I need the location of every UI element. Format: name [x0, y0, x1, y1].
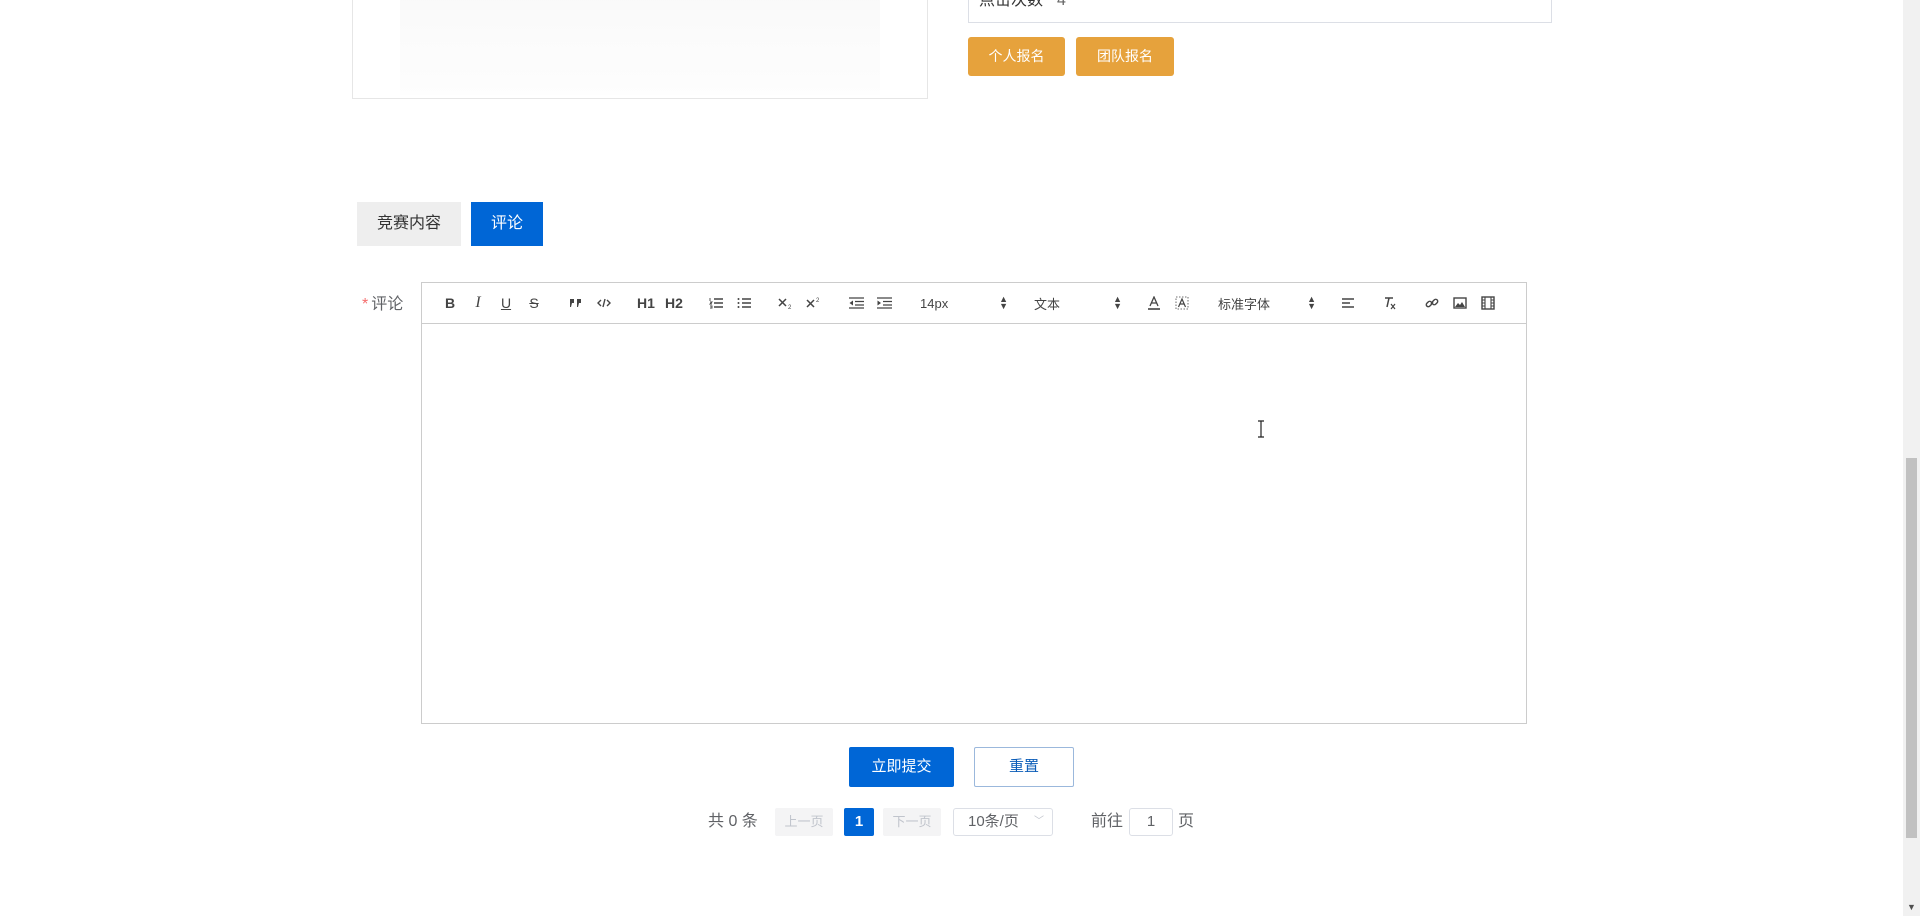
comment-editor-area[interactable] [422, 325, 1526, 723]
font-family-value: 标准字体 [1218, 296, 1271, 312]
underline-button[interactable]: U [492, 291, 520, 315]
blockquote-icon[interactable] [562, 291, 590, 315]
picker-arrows-icon: ▲ ▼ [999, 294, 1008, 311]
video-icon[interactable] [1474, 291, 1502, 315]
pagination-total: 共 0 条 [708, 813, 758, 830]
goto-label: 前往 [1091, 813, 1124, 830]
goto-page-input[interactable]: 1 [1129, 808, 1173, 836]
italic-button[interactable]: I [464, 291, 492, 315]
comment-label: * 评论 [362, 290, 403, 314]
link-icon[interactable] [1418, 291, 1446, 315]
tab-competition-content[interactable]: 竞赛内容 [357, 202, 461, 246]
text-cursor-icon [1256, 420, 1266, 438]
chevron-down-icon: ﹀ [1034, 816, 1044, 827]
background-color-icon[interactable] [1168, 291, 1196, 315]
font-color-icon[interactable] [1140, 291, 1168, 315]
subscript-icon[interactable]: 2 [772, 291, 800, 315]
code-block-icon[interactable] [590, 291, 618, 315]
click-count-label: 点击次数 [979, 0, 1044, 9]
indent-icon[interactable] [870, 291, 898, 315]
header-picker[interactable]: 文本 ▲ ▼ [1026, 291, 1126, 315]
svg-text:2: 2 [816, 298, 820, 304]
header-1-button[interactable]: H1 [632, 291, 660, 315]
page-size-select[interactable]: 10条/页 ﹀ [953, 808, 1053, 836]
bold-button[interactable]: B [436, 291, 464, 315]
picker-arrows-icon: ▲ ▼ [1113, 294, 1122, 311]
font-size-value: 14px [920, 295, 949, 311]
page-size-value: 10条/页 [968, 813, 1019, 830]
scroll-down-arrow-icon[interactable]: ▼ [1903, 898, 1920, 916]
scrollbar-thumb[interactable] [1906, 458, 1917, 838]
reset-button[interactable]: 重置 [974, 747, 1074, 787]
click-count-row: 点击次数 4 [968, 0, 1552, 23]
editor-toolbar: B I U S H1 H2 2 2 14px ▲ ▼ 文本 ▲ ▼ 标准字体 ▲… [422, 283, 1526, 324]
current-page[interactable]: 1 [844, 808, 874, 836]
prev-page-button[interactable]: 上一页 [775, 808, 833, 836]
required-mark: * [362, 296, 369, 313]
next-page-button[interactable]: 下一页 [883, 808, 941, 836]
image-icon[interactable] [1446, 291, 1474, 315]
submit-button[interactable]: 立即提交 [849, 747, 954, 787]
page-unit-label: 页 [1178, 813, 1195, 830]
outdent-icon[interactable] [842, 291, 870, 315]
personal-signup-button[interactable]: 个人报名 [968, 37, 1065, 76]
team-signup-button[interactable]: 团队报名 [1076, 37, 1174, 76]
comment-label-text: 评论 [371, 296, 404, 313]
competition-image [400, 0, 880, 95]
click-count-value: 4 [1057, 0, 1066, 9]
tab-comment[interactable]: 评论 [471, 202, 543, 246]
font-family-picker[interactable]: 标准字体 ▲ ▼ [1210, 291, 1320, 315]
superscript-icon[interactable]: 2 [800, 291, 828, 315]
header-2-button[interactable]: H2 [660, 291, 688, 315]
ordered-list-icon[interactable] [702, 291, 730, 315]
clear-format-icon[interactable] [1376, 291, 1404, 315]
strike-button[interactable]: S [520, 291, 548, 315]
picker-arrows-icon: ▲ ▼ [1307, 294, 1316, 311]
header-picker-value: 文本 [1034, 296, 1061, 312]
align-icon[interactable] [1334, 291, 1362, 315]
rich-text-editor: B I U S H1 H2 2 2 14px ▲ ▼ 文本 ▲ ▼ 标准字体 ▲… [421, 282, 1527, 724]
bullet-list-icon[interactable] [730, 291, 758, 315]
font-size-picker[interactable]: 14px ▲ ▼ [912, 291, 1012, 315]
svg-text:2: 2 [788, 305, 792, 310]
